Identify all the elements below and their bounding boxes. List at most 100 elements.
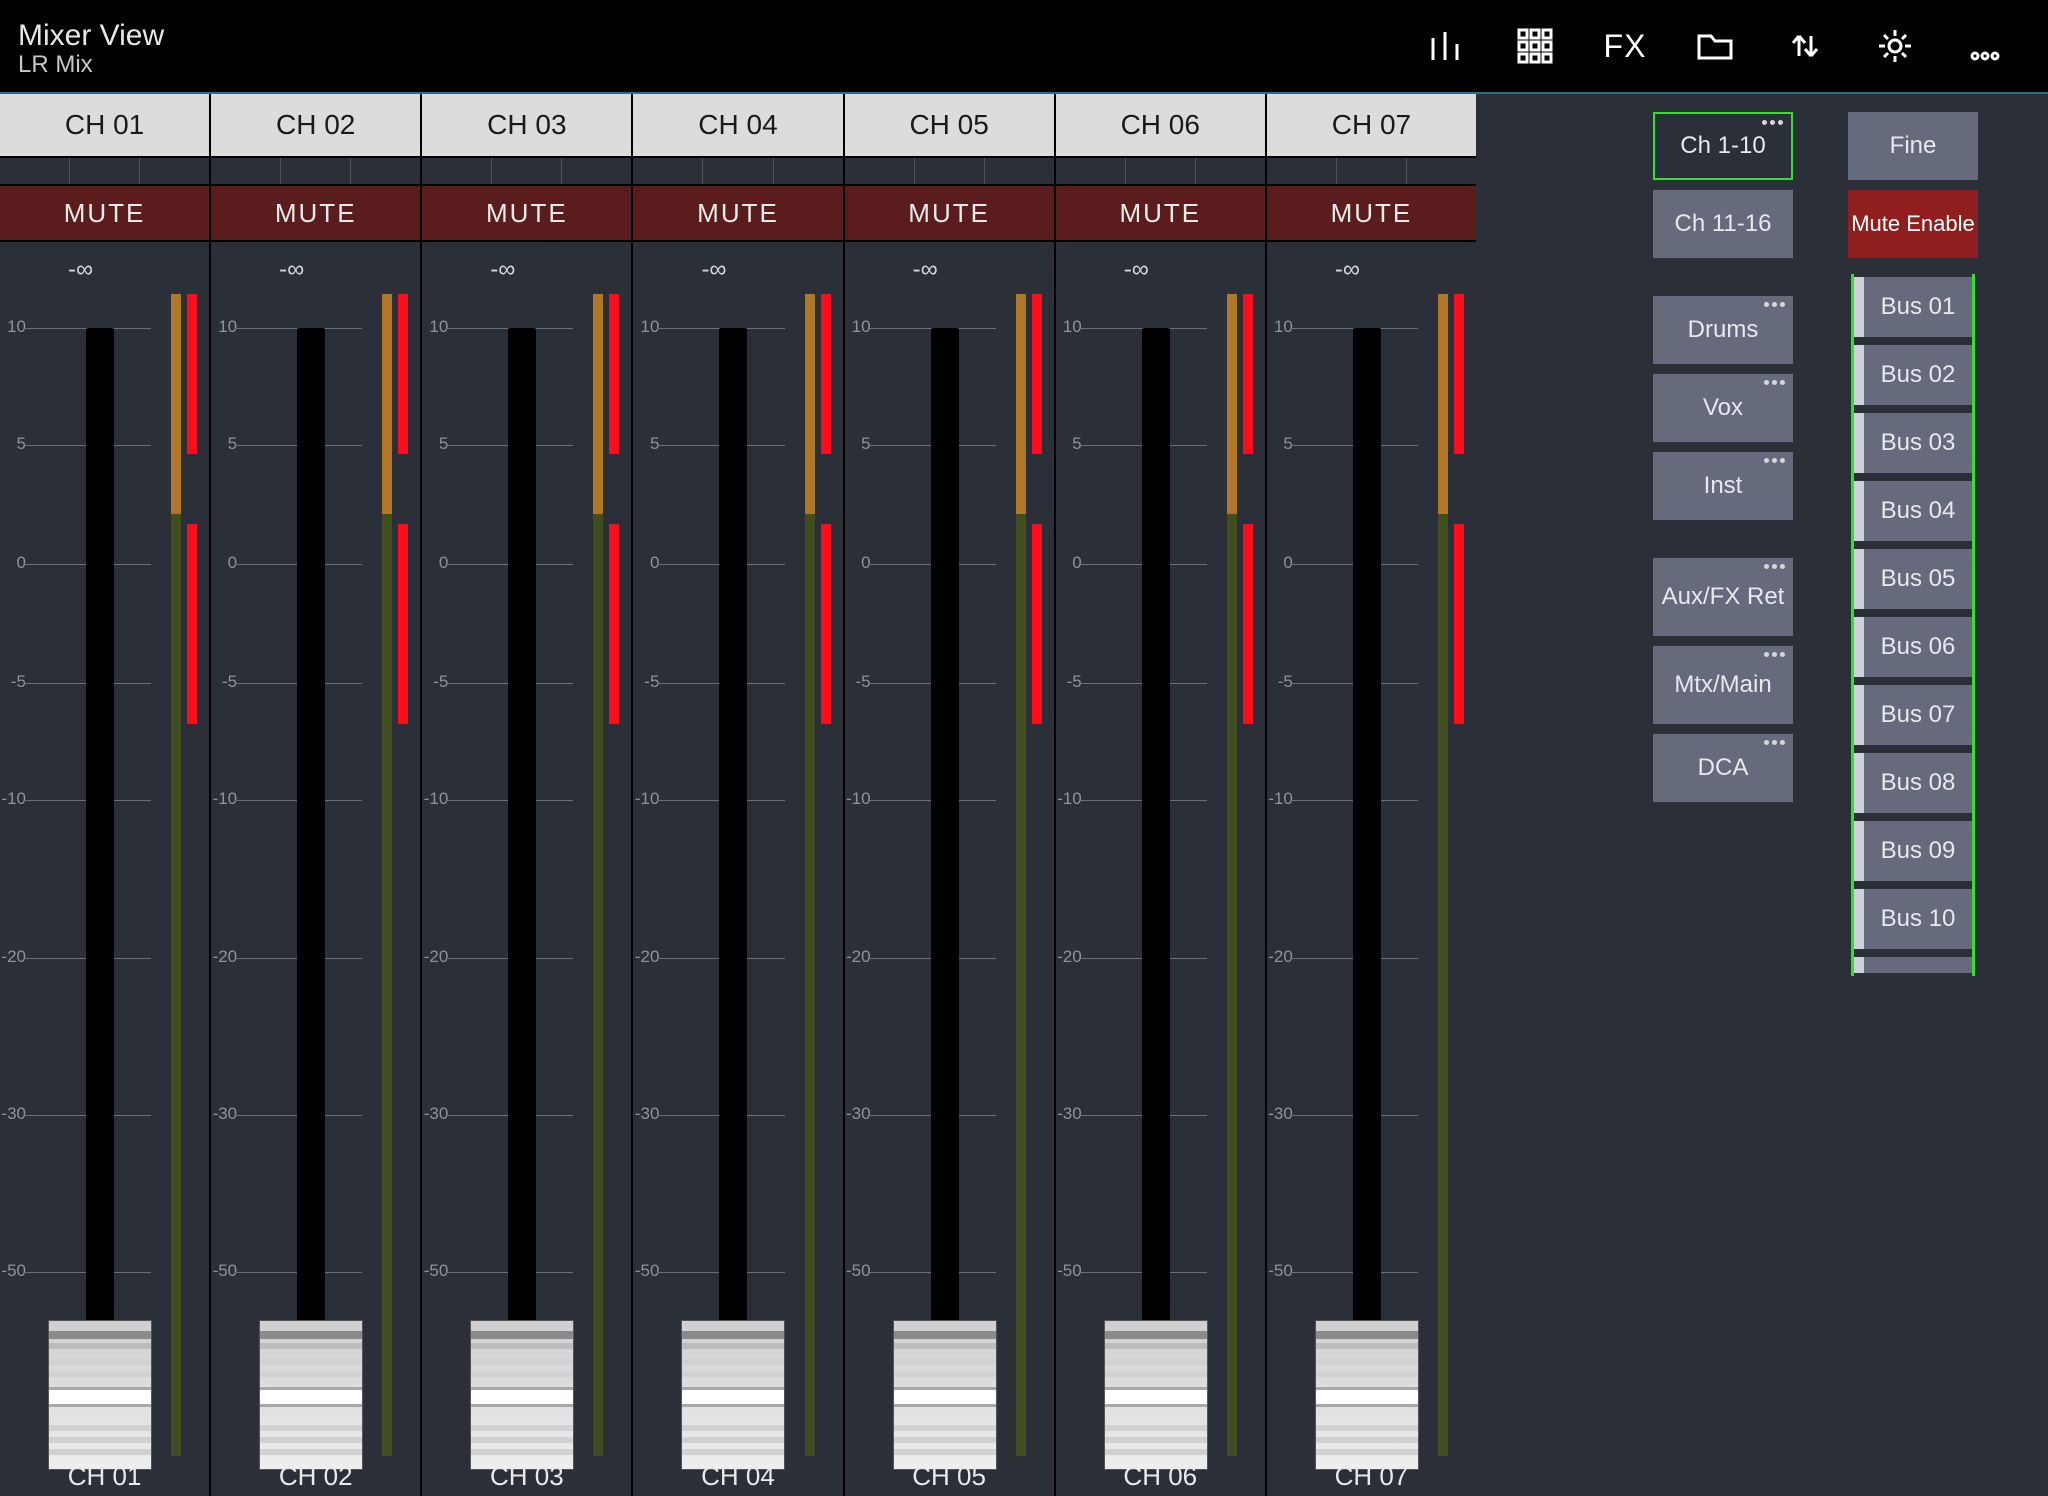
channel-body: -∞ 1050-5-10-20-30-50 xyxy=(211,242,420,1496)
layer-button[interactable]: Inst xyxy=(1653,452,1793,520)
channel-header[interactable]: CH 07 xyxy=(1267,94,1476,158)
fine-button[interactable]: Fine xyxy=(1848,112,1978,180)
channel-header[interactable]: CH 03 xyxy=(422,94,631,158)
channel-footer-label: CH 01 xyxy=(0,1461,209,1492)
db-readout: -∞ xyxy=(845,256,1006,284)
bus-button[interactable]: Bus 10 xyxy=(1854,889,1972,949)
scale-tick-label: -5 xyxy=(1265,672,1293,692)
main-area: CH 01 MUTE -∞ 1050-5-10-20-30-50 xyxy=(0,92,2048,1496)
layer-button[interactable]: Vox xyxy=(1653,374,1793,442)
mute-button[interactable]: MUTE xyxy=(211,184,420,242)
channel-meter xyxy=(374,294,414,1456)
layer-buttons-column: Ch 1-10 Ch 11-16 Drums Vox Inst Aux/FX Ret Mtx… xyxy=(1648,92,1798,1496)
layer-button[interactable]: Mtx/Main xyxy=(1653,646,1793,724)
scale-tick-label: -50 xyxy=(420,1261,448,1281)
scale-tick-label: -30 xyxy=(1054,1104,1082,1124)
layer-button[interactable]: DCA xyxy=(1653,734,1793,802)
mute-button[interactable]: MUTE xyxy=(0,184,209,242)
channel-footer-label: CH 07 xyxy=(1267,1461,1476,1492)
fx-button[interactable]: FX xyxy=(1580,11,1670,81)
channel-header[interactable]: CH 01 xyxy=(0,94,209,158)
channel-strip: CH 02 MUTE -∞ 1050-5-10-20-30-50 xyxy=(211,94,422,1496)
scale-tick-label: -30 xyxy=(1265,1104,1293,1124)
more-icon[interactable] xyxy=(1940,11,2030,81)
channel-footer-label: CH 05 xyxy=(845,1461,1054,1492)
scale-tick-label: -10 xyxy=(843,789,871,809)
bus-button[interactable]: Bus 01 xyxy=(1854,277,1972,337)
scale-tick-label: 5 xyxy=(1265,434,1293,454)
channel-strip-area: CH 01 MUTE -∞ 1050-5-10-20-30-50 xyxy=(0,92,1476,1496)
channel-body: -∞ 1050-5-10-20-30-50 xyxy=(1267,242,1476,1496)
mute-button[interactable]: MUTE xyxy=(633,184,842,242)
fader-track[interactable] xyxy=(86,328,114,1456)
channel-sends-row[interactable] xyxy=(633,158,842,184)
fader-track[interactable] xyxy=(508,328,536,1456)
bus-button[interactable]: Bus 07 xyxy=(1854,685,1972,745)
layer-button[interactable]: Drums xyxy=(1653,296,1793,364)
fader-knob[interactable] xyxy=(893,1320,997,1470)
fader-track[interactable] xyxy=(1142,328,1170,1456)
gear-icon[interactable] xyxy=(1850,11,1940,81)
bus-button[interactable]: Bus 05 xyxy=(1854,549,1972,609)
channel-strip: CH 04 MUTE -∞ 1050-5-10-20-30-50 xyxy=(633,94,844,1496)
scale-tick-label: -20 xyxy=(1265,947,1293,967)
fader-track[interactable] xyxy=(1353,328,1381,1456)
channel-sends-row[interactable] xyxy=(1267,158,1476,184)
fader-track[interactable] xyxy=(931,328,959,1456)
fader-track[interactable] xyxy=(719,328,747,1456)
bus-button[interactable]: Bus 08 xyxy=(1854,753,1972,813)
scale-tick-label: 0 xyxy=(209,553,237,573)
fader-track[interactable] xyxy=(297,328,325,1456)
drag-handle-icon xyxy=(1764,302,1785,307)
layer-button[interactable]: Aux/FX Ret xyxy=(1653,558,1793,636)
scale-tick-label: -50 xyxy=(843,1261,871,1281)
fader-knob[interactable] xyxy=(681,1320,785,1470)
bus-list: Bus 01 Bus 02 Bus 03 Bus 04 Bus 05 Bus 06 Bus … xyxy=(1851,274,1975,976)
channel-sends-row[interactable] xyxy=(0,158,209,184)
scale-tick-label: -30 xyxy=(209,1104,237,1124)
scale-tick-label: -10 xyxy=(0,789,26,809)
folder-icon[interactable] xyxy=(1670,11,1760,81)
mute-button[interactable]: MUTE xyxy=(422,184,631,242)
drag-handle-icon xyxy=(1764,380,1785,385)
fader-knob[interactable] xyxy=(470,1320,574,1470)
db-readout: -∞ xyxy=(1267,256,1428,284)
grid-icon[interactable] xyxy=(1490,11,1580,81)
fader-knob[interactable] xyxy=(259,1320,363,1470)
mute-button[interactable]: MUTE xyxy=(1267,184,1476,242)
channel-header[interactable]: CH 05 xyxy=(845,94,1054,158)
bus-button[interactable]: Bus 03 xyxy=(1854,413,1972,473)
channel-strip: CH 06 MUTE -∞ 1050-5-10-20-30-50 xyxy=(1056,94,1267,1496)
channel-sends-row[interactable] xyxy=(211,158,420,184)
mute-enable-button[interactable]: Mute Enable xyxy=(1848,190,1978,258)
bus-button[interactable]: Bus 04 xyxy=(1854,481,1972,541)
channel-header[interactable]: CH 02 xyxy=(211,94,420,158)
scale-tick-label: -20 xyxy=(843,947,871,967)
scale-tick-label: 0 xyxy=(843,553,871,573)
channel-sends-row[interactable] xyxy=(845,158,1054,184)
channel-sends-row[interactable] xyxy=(422,158,631,184)
fader-knob[interactable] xyxy=(1315,1320,1419,1470)
layer-button[interactable]: Ch 1-10 xyxy=(1653,112,1793,180)
channel-header[interactable]: CH 06 xyxy=(1056,94,1265,158)
bus-button[interactable]: Bus 02 xyxy=(1854,345,1972,405)
bus-list-overflow xyxy=(1854,957,1972,973)
fader-knob[interactable] xyxy=(48,1320,152,1470)
meters-icon[interactable] xyxy=(1400,11,1490,81)
channel-sends-row[interactable] xyxy=(1056,158,1265,184)
bus-button[interactable]: Bus 06 xyxy=(1854,617,1972,677)
layer-button[interactable]: Ch 11-16 xyxy=(1653,190,1793,258)
bus-button[interactable]: Bus 09 xyxy=(1854,821,1972,881)
scale-tick-label: -10 xyxy=(1054,789,1082,809)
scale-tick-label: -5 xyxy=(420,672,448,692)
scale-tick-label: 0 xyxy=(0,553,26,573)
fader-knob[interactable] xyxy=(1104,1320,1208,1470)
updown-icon[interactable] xyxy=(1760,11,1850,81)
channel-meter xyxy=(1008,294,1048,1456)
mute-button[interactable]: MUTE xyxy=(845,184,1054,242)
channel-header[interactable]: CH 04 xyxy=(633,94,842,158)
scale-tick-label: 0 xyxy=(1054,553,1082,573)
channel-body: -∞ 1050-5-10-20-30-50 xyxy=(422,242,631,1496)
mute-button[interactable]: MUTE xyxy=(1056,184,1265,242)
scale-tick-label: -5 xyxy=(1054,672,1082,692)
